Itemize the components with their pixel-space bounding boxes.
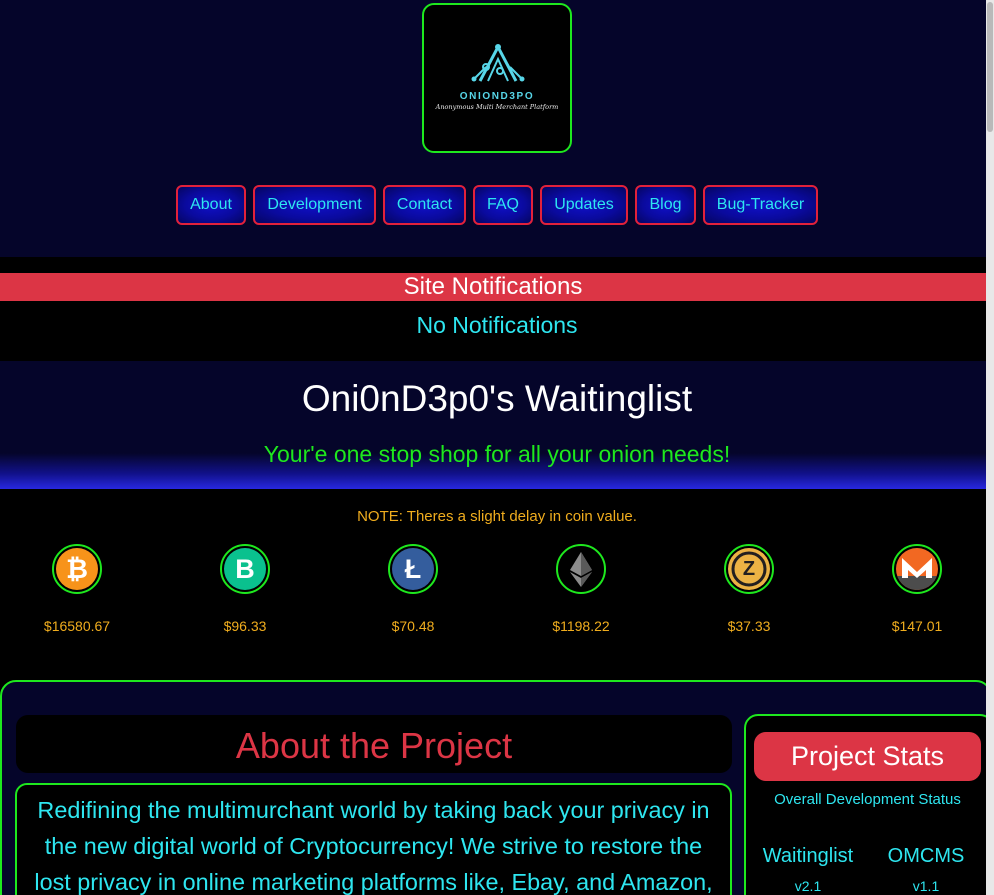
coin-price: $37.33 [727, 618, 771, 634]
zcash-icon: Z [728, 548, 770, 590]
nav-blog[interactable]: Blog [635, 185, 696, 225]
stats-title: Project Stats [754, 732, 981, 781]
nav-about[interactable]: About [176, 185, 246, 225]
hero-subtitle: Your'e one stop shop for all your onion … [263, 441, 731, 467]
nav-development[interactable]: Development [253, 185, 376, 225]
coin-ethereum: $1198.22 [506, 544, 656, 634]
stat-omcms-name: OMCMS [887, 845, 965, 867]
nav-bug-tracker[interactable]: Bug-Tracker [703, 185, 818, 225]
coin-zcash: Z $37.33 [674, 544, 824, 634]
scrollbar-thumb[interactable] [987, 2, 993, 132]
hero-title: Oni0nD3p0's Waitinglist [301, 378, 693, 419]
stat-omcms-version: v1.1 [912, 878, 940, 894]
logo-tagline: Anonymous Multi Merchant Platform [435, 103, 559, 111]
notifications-header: Site Notifications [0, 273, 986, 301]
bitcoin-icon: ₿ [56, 548, 98, 590]
stat-waitinglist-name: Waitinglist [762, 845, 854, 867]
logo-mark-icon [471, 44, 525, 82]
coin-monero: $147.01 [842, 544, 992, 634]
coin-bitcoin-cash: B $96.33 [170, 544, 320, 634]
about-text: Redifining the multimurchant world by ta… [34, 797, 713, 895]
monero-icon [896, 548, 938, 590]
coin-bitcoin: ₿ $16580.67 [2, 544, 152, 634]
coin-note: NOTE: Theres a slight delay in coin valu… [357, 508, 637, 525]
about-title: About the Project [235, 725, 513, 766]
ethereum-icon [560, 548, 602, 590]
coin-litecoin: Ł $70.48 [338, 544, 488, 634]
litecoin-icon: Ł [392, 548, 434, 590]
stats-subtitle: Overall Development Status [774, 791, 961, 808]
coin-price: $96.33 [223, 618, 267, 634]
site-logo[interactable]: ONIOND3PO Anonymous Multi Merchant Platf… [422, 3, 572, 153]
notifications-message: No Notifications [416, 312, 578, 338]
bitcoin-cash-icon: B [224, 548, 266, 590]
coin-price: $70.48 [391, 618, 435, 634]
nav-updates[interactable]: Updates [540, 185, 628, 225]
coin-price: $16580.67 [43, 618, 111, 634]
vertical-scrollbar[interactable] [986, 0, 994, 895]
nav-contact[interactable]: Contact [383, 185, 466, 225]
logo-brand: ONIOND3PO [459, 91, 535, 102]
coin-price: $1198.22 [552, 618, 610, 634]
nav-faq[interactable]: FAQ [473, 185, 533, 225]
stat-waitinglist-version: v2.1 [794, 878, 822, 894]
coin-price: $147.01 [891, 618, 943, 634]
